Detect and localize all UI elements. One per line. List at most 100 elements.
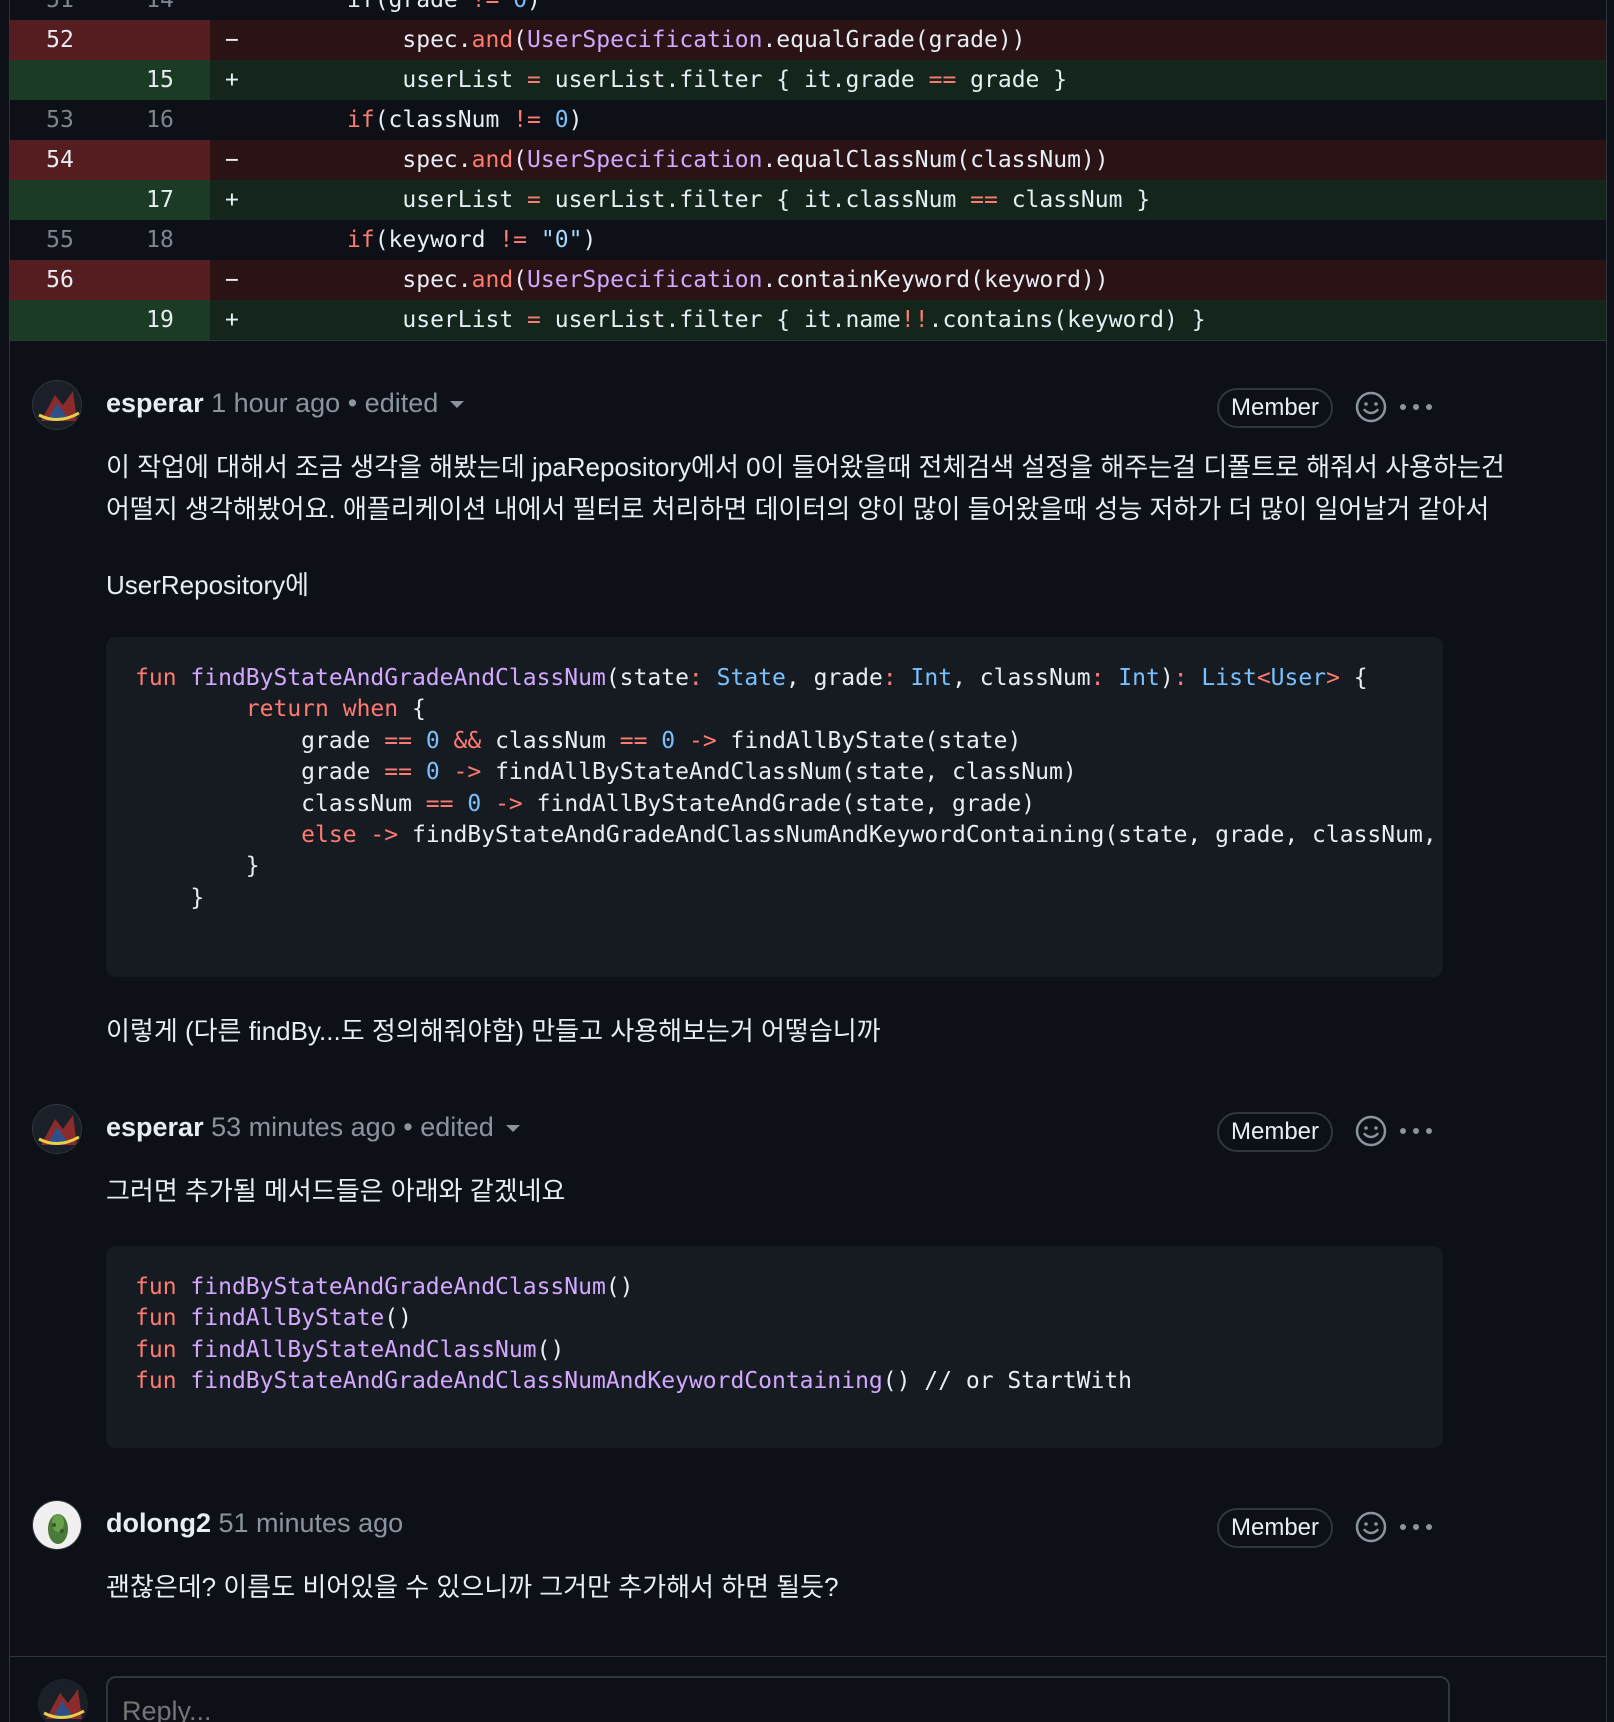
code-block: fun findByStateAndGradeAndClassNum() fun … [106,1246,1443,1448]
comment-header: dolong2 51 minutes ago [106,1506,403,1540]
diff-marker: − [225,27,239,53]
code-token: findByStateAndGradeAndClassNumAndKeyword… [190,1368,883,1395]
code-token: ) [1159,665,1174,691]
comment-author[interactable]: esperar [106,1112,204,1142]
avatar[interactable] [32,380,82,430]
code-token: and [471,27,514,53]
code-token: != [513,107,541,133]
code-token: fun [135,1368,177,1395]
code-token: .equalGrade(grade)) [762,27,1026,53]
old-line-number[interactable]: 56 [10,260,110,300]
diff-row-added: 17 + userList = userList.filter { it.clas… [10,180,1606,220]
diff-code-line: if(classNum != 0) [270,100,582,140]
new-line-number[interactable]: 17 [110,180,210,220]
code-line: fun findAllByState() [135,1303,1443,1334]
code-token: ( [513,267,528,293]
new-line-number[interactable] [110,20,210,60]
code-token: ( [513,27,528,53]
avatar-cyber-icon [33,1105,81,1153]
code-token: < [1256,665,1271,691]
code-token: "0" [540,227,583,253]
code-token: = [527,187,541,213]
comment-timestamp[interactable]: 51 minutes ago [219,1508,404,1538]
new-line-number[interactable] [110,140,210,180]
old-line-number[interactable]: 53 [10,100,110,140]
code-token: 0 [513,0,528,13]
code-token: and [471,267,514,293]
avatar[interactable] [32,1104,82,1154]
diff-code-line: spec.and(UserSpecification.equalClassNum… [270,140,1109,180]
old-line-number[interactable]: 54 [10,140,110,180]
avatar[interactable] [38,1679,88,1722]
chevron-down-icon[interactable] [450,401,465,409]
new-line-number[interactable] [110,260,210,300]
code-token: when [342,696,399,723]
diff-code-line: if(keyword != "0") [270,220,596,260]
diff-table: 51 14 if(grade != 0) 52− spec.and(UserSpeci… [10,0,1606,341]
code-token: userList.filter { it.grade [540,67,929,93]
comment-timestamp[interactable]: 1 hour ago [211,388,340,418]
add-reaction-button[interactable] [1354,1510,1388,1544]
code-line: grade == 0 && classNum == 0 -> findAllBy… [135,726,1443,757]
code-token: ) [582,227,597,253]
reply-area [10,1656,1606,1722]
old-line-number[interactable]: 55 [10,220,110,260]
code-token: else [301,822,357,849]
comment-author[interactable]: dolong2 [106,1508,211,1538]
code-token: if(grade [347,0,472,13]
code-token: if [347,107,375,133]
code-token: != [471,0,500,13]
kebab-dot [1400,1524,1406,1530]
comment-timestamp[interactable]: 53 minutes ago [211,1112,396,1142]
smiley-icon [1355,391,1387,423]
add-reaction-button[interactable] [1354,1114,1388,1148]
comment-author[interactable]: esperar [106,388,204,418]
add-reaction-button[interactable] [1354,390,1388,424]
diff-marker: − [225,267,239,293]
old-line-number[interactable] [10,180,110,220]
code-token: .contains(keyword) } [928,307,1206,333]
code-token: findByStateAndGradeAndClassNum [190,665,606,691]
code-token: User [1270,665,1327,691]
new-line-number[interactable]: 19 [110,300,210,340]
avatar-plant-icon [33,1501,81,1549]
diff-row-added: 15 + userList = userList.filter { it.grad… [10,60,1606,100]
chevron-down-icon[interactable] [505,1125,520,1133]
old-line-number[interactable] [10,60,110,100]
old-line-number[interactable] [10,300,110,340]
reply-input[interactable] [106,1676,1450,1722]
new-line-number[interactable]: 15 [110,60,210,100]
diff-code-line: if(grade != 0) [270,0,541,20]
old-line-number[interactable]: 52 [10,20,110,60]
code-token: .equalClassNum(classNum)) [762,147,1109,173]
code-token: userList.filter { it.name [540,307,901,333]
code-token: () [536,1336,565,1363]
code-token: if [347,227,375,253]
kebab-dot [1400,404,1406,410]
comment-body-paragraph: 이렇게 (다른 findBy...도 정의해줘야함) 만들고 사용해보는거 어떻… [106,1016,881,1046]
code-line: fun findAllByStateAndClassNum() [135,1335,1443,1366]
code-token: spec. [347,147,472,173]
more-options-button[interactable] [1396,390,1436,424]
avatar[interactable] [32,1500,82,1550]
member-badge: Member [1217,388,1333,428]
new-line-number[interactable]: 18 [110,220,210,260]
diff-code-line: spec.and(UserSpecification.containKeywor… [270,260,1108,300]
comment-header: esperar 53 minutes ago • edited [106,1110,520,1144]
edited-indicator[interactable]: • edited [403,1112,494,1142]
more-options-button[interactable] [1396,1114,1436,1148]
new-line-number[interactable]: 16 [110,100,210,140]
edited-indicator[interactable]: • edited [348,388,439,418]
code-token: (keyword [374,227,500,253]
more-options-button[interactable] [1396,1510,1436,1544]
code-line: fun findByStateAndGradeAndClassNum() [135,1272,1443,1303]
